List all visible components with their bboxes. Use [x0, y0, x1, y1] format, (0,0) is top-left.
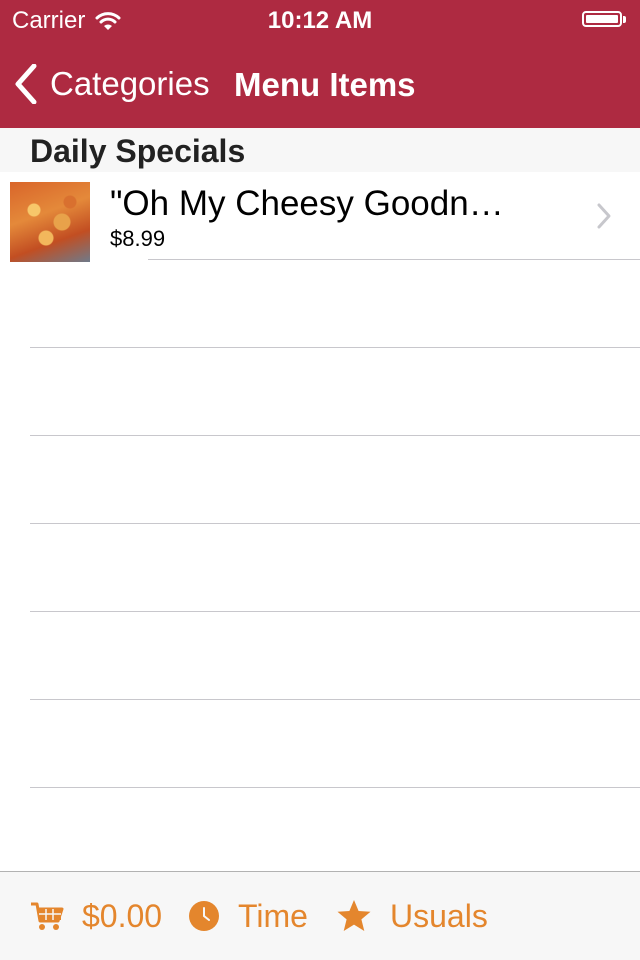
chevron-left-icon — [15, 64, 37, 104]
section-header: Daily Specials — [0, 128, 640, 172]
page-title: Menu Items — [234, 66, 416, 103]
clock-icon — [189, 901, 219, 931]
row-separator — [30, 699, 640, 700]
chevron-right-icon — [597, 203, 611, 229]
row-separator — [30, 347, 640, 348]
back-button-label: Categories — [50, 65, 210, 102]
usuals-tab[interactable]: Usuals — [336, 872, 488, 960]
menu-item-name: "Oh My Cheesy Goodn… — [110, 184, 504, 223]
star-icon — [337, 900, 371, 931]
back-button[interactable]: Categories — [14, 62, 210, 106]
cart-tab[interactable]: $0.00 — [30, 872, 162, 960]
time-tab[interactable]: Time — [188, 872, 308, 960]
cart-total: $0.00 — [82, 897, 163, 934]
row-separator — [148, 259, 640, 260]
row-separator — [30, 523, 640, 524]
status-bar: Carrier 10:12 AM — [0, 0, 640, 40]
row-separator — [30, 787, 640, 788]
row-separator — [30, 435, 640, 436]
status-time: 10:12 AM — [267, 7, 373, 34]
menu-item-price: $8.99 — [110, 226, 166, 251]
menu-item-row[interactable]: "Oh My Cheesy Goodn… $8.99 — [0, 172, 640, 262]
usuals-tab-label: Usuals — [390, 897, 488, 934]
menu-item-thumbnail — [10, 182, 90, 262]
tab-bar: $0.00 Time Usuals — [0, 871, 640, 960]
time-tab-label: Time — [238, 897, 308, 934]
row-separator — [30, 611, 640, 612]
navigation-bar: Categories Menu Items — [0, 40, 640, 128]
battery-icon — [582, 10, 628, 28]
section-title: Daily Specials — [30, 133, 246, 169]
cart-icon — [31, 902, 64, 930]
